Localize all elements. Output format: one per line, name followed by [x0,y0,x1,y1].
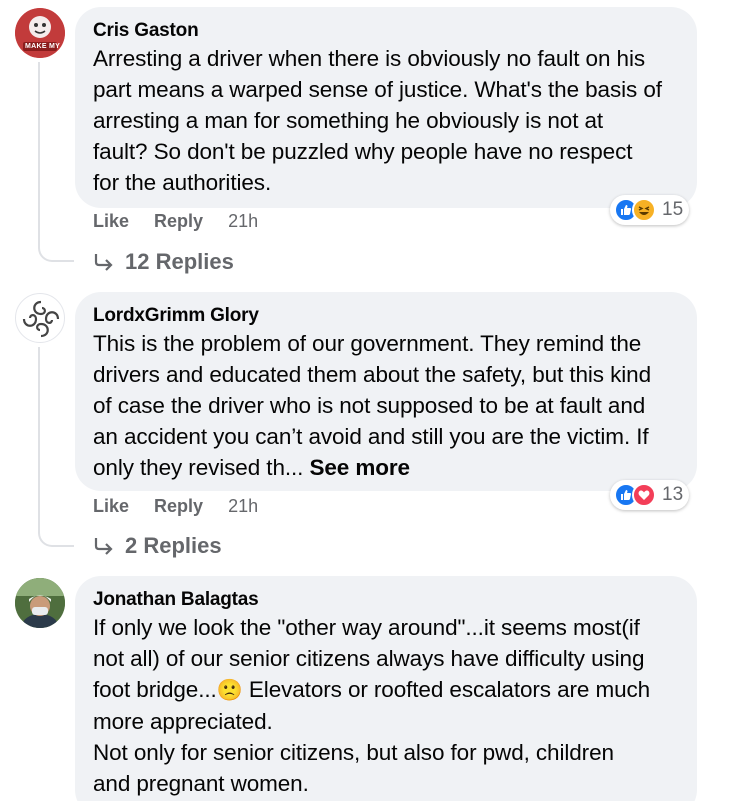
reaction-summary[interactable]: 13 [610,480,690,510]
see-more-link[interactable]: See more [309,455,410,480]
reply-arrow-icon [93,253,115,271]
replies-count-label: 2 Replies [125,533,222,558]
comment-line: more appreciated. [93,709,273,734]
haha-icon [632,198,656,222]
comment-author[interactable]: Cris Gaston [93,19,679,43]
comment-line: This is the problem of our government. T… [93,331,642,356]
comment-line-text: only they revised th... [93,455,304,480]
comment-line: not all) of our senior citizens always h… [93,646,645,671]
comment-author[interactable]: Jonathan Balagtas [93,588,679,612]
comment-line: an accident you can’t avoid and still yo… [93,424,649,449]
comment-timestamp[interactable]: 21h [228,496,258,517]
comment-actions: Like Reply 21h [93,496,258,517]
comment-timestamp[interactable]: 21h [228,211,258,232]
thread-line [38,62,74,262]
avatar-image [22,300,60,338]
comment-bubble: LordxGrimm Glory This is the problem of … [75,292,697,491]
comment-text: This is the problem of our government. T… [93,328,679,483]
reaction-count: 13 [662,484,684,505]
reply-arrow-icon [93,537,115,555]
avatar[interactable] [15,293,65,343]
comment-line: Arresting a driver when there is obvious… [93,46,645,71]
view-replies-link[interactable]: 2 Replies [93,533,222,559]
comment-line: drivers and educated them about the safe… [93,362,651,387]
comment-actions: Like Reply 21h [93,211,258,232]
avatar-image [15,578,65,628]
comment-text: Arresting a driver when there is obvious… [93,43,679,198]
comment-bubble: Jonathan Balagtas If only we look the "o… [75,576,697,801]
comment-line: and pregnant women. [93,771,309,796]
like-button[interactable]: Like [93,211,129,232]
comment-line-text: foot bridge... [93,677,217,702]
love-icon [632,483,656,507]
reply-button[interactable]: Reply [154,496,203,517]
worried-face-emoji: 🙁 [216,678,243,702]
like-button[interactable]: Like [93,496,129,517]
comment-author[interactable]: LordxGrimm Glory [93,304,679,328]
comment-text: If only we look the "other way around"..… [93,612,679,799]
comment-line: for the authorities. [93,170,272,195]
reaction-summary[interactable]: 15 [610,195,690,225]
avatar-badge-text: MAKE MY [25,43,61,50]
thread-line [38,347,74,547]
comment-line: of case the driver who is not supposed t… [93,393,646,418]
comment-line-text: Elevators or roofted escalators are much [242,677,651,702]
comment-line: arresting a man for something he obvious… [93,108,604,133]
reply-button[interactable]: Reply [154,211,203,232]
avatar[interactable] [15,578,65,628]
replies-count-label: 12 Replies [125,249,234,274]
view-replies-link[interactable]: 12 Replies [93,249,234,275]
comment-line: If only we look the "other way around"..… [93,615,640,640]
avatar-image [15,8,65,58]
comment-line: fault? So don't be puzzled why people ha… [93,139,633,164]
comment-line: Not only for senior citizens, but also f… [93,740,614,765]
avatar[interactable]: MAKE MY [15,8,65,58]
comment-line: part means a warped sense of justice. Wh… [93,77,662,102]
reaction-count: 15 [662,199,684,220]
comment-bubble: Cris Gaston Arresting a driver when ther… [75,7,697,208]
comment-line: foot bridge...🙁 Elevators or roofted esc… [93,674,679,706]
comment-line: only they revised th... See more [93,452,679,483]
